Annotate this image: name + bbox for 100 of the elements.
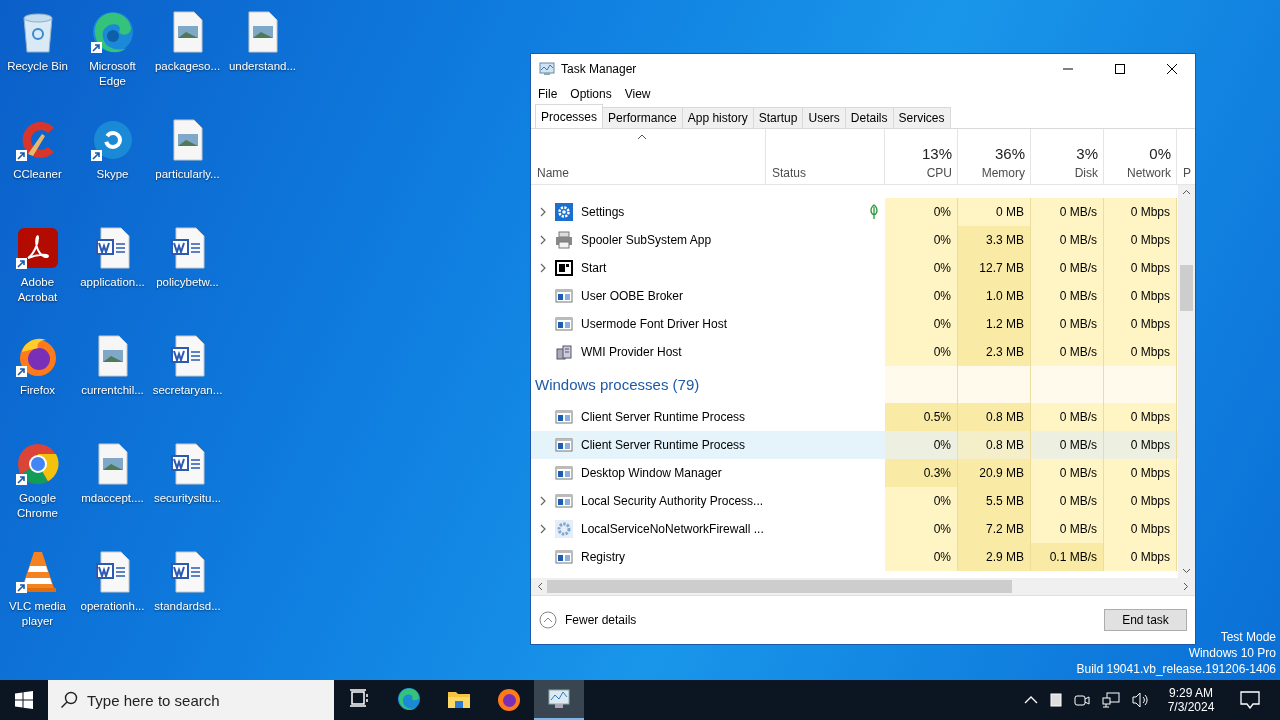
expand-chevron-icon[interactable]: [539, 207, 547, 217]
table-cell: 0%: [885, 198, 958, 226]
watermark-text: Build 19041.vb_release.191206-1406: [1076, 661, 1276, 677]
desktop-icon-label[interactable]: securitysitu...: [153, 491, 222, 506]
column-header[interactable]: 13% CPU: [885, 129, 958, 184]
window-icon: [555, 259, 573, 277]
scroll-left-icon[interactable]: [537, 582, 543, 591]
scroll-up-icon[interactable]: [1182, 189, 1191, 195]
process-row[interactable]: Local Security Authority Process... 0% 5.5 MB 0 MB/s 0 Mbps: [531, 487, 1178, 515]
window-icon: [555, 408, 573, 426]
table-cell: 0 Mbps: [1104, 403, 1177, 431]
process-row[interactable]: Spooler SubSystem App 0% 3.3 MB 0 MB/s 0 Mbps: [531, 226, 1178, 254]
tab[interactable]: Services: [892, 107, 951, 128]
process-name: Settings: [581, 205, 625, 219]
tab[interactable]: Startup: [752, 107, 804, 128]
desktop-icon-label[interactable]: particularly...: [155, 167, 220, 182]
speaker-icon[interactable]: [1132, 692, 1150, 708]
process-row[interactable]: Client Server Runtime Process 0.5% 0.8 MB 0 MB/s 0 Mbps: [531, 403, 1178, 431]
expand-chevron-icon[interactable]: [539, 496, 547, 506]
process-name: Start: [581, 261, 607, 275]
process-name: Desktop Window Manager: [581, 466, 722, 480]
table-cell: 2.3 MB: [958, 338, 1031, 366]
table-cell: 1.0 MB: [958, 282, 1031, 310]
process-name: LocalServiceNoNetworkFirewall ...: [581, 522, 764, 536]
process-row[interactable]: LocalServiceNoNetworkFirewall ... 0% 7.2 MB 0 MB/s 0 Mbps: [531, 515, 1178, 543]
process-name: WMI Provider Host: [581, 345, 682, 359]
search-field[interactable]: Type here to search: [48, 680, 334, 720]
table-cell: 7.2 MB: [958, 515, 1031, 543]
usage-percent: 0%: [1149, 145, 1171, 162]
menu-item[interactable]: File: [533, 86, 564, 101]
desktop-icon-label[interactable]: operationh...: [80, 599, 145, 614]
column-header[interactable]: 0% Network: [1104, 129, 1177, 184]
desktop-icon-label[interactable]: VLC media player: [0, 599, 75, 629]
desktop-icon-label[interactable]: secretaryan...: [152, 383, 223, 398]
tab[interactable]: App history: [681, 107, 754, 128]
scroll-thumb[interactable]: [1180, 265, 1193, 311]
column-label: P: [1183, 166, 1191, 180]
tab[interactable]: Processes: [535, 104, 604, 128]
desktop-icon-label[interactable]: packageso...: [154, 59, 221, 74]
process-row[interactable]: Settings 0% 0 MB 0 MB/s 0 Mbps: [531, 198, 1178, 226]
desktop-icon-label[interactable]: Adobe Acrobat: [0, 275, 75, 305]
desktop-icon-label[interactable]: CCleaner: [13, 167, 62, 182]
end-task-button[interactable]: End task: [1104, 609, 1187, 631]
notifications-icon[interactable]: [1240, 691, 1260, 709]
process-row[interactable]: Registry 0% 2.9 MB 0.1 MB/s 0 Mbps: [531, 543, 1178, 571]
process-row[interactable]: Client Server Runtime Process 0% 0.8 MB 0 MB/s 0 Mbps: [531, 431, 1178, 459]
expand-chevron-icon[interactable]: [539, 524, 547, 534]
table-cell: 2.9 MB: [958, 543, 1031, 571]
window-title: Task Manager: [561, 61, 637, 76]
horizontal-scrollbar[interactable]: [531, 578, 1195, 596]
menu-item[interactable]: Options: [565, 86, 618, 101]
table-cell: 0%: [885, 226, 958, 254]
vertical-scrollbar[interactable]: [1178, 185, 1195, 578]
table-cell: 0%: [885, 431, 958, 459]
scroll-thumb[interactable]: [547, 580, 1012, 593]
process-row[interactable]: Desktop Window Manager 0.3% 20.9 MB 0 MB/s 0 Mbps: [531, 459, 1178, 487]
tab[interactable]: Details: [844, 107, 894, 128]
column-header[interactable]: 3% Disk: [1031, 129, 1104, 184]
expand-chevron-icon[interactable]: [539, 235, 547, 245]
table-cell: 12.7 MB: [958, 254, 1031, 282]
desktop-icon-label[interactable]: Firefox: [19, 383, 56, 398]
process-row[interactable]: Usermode Font Driver Host 0% 1.2 MB 0 MB/s 0 Mbps: [531, 310, 1178, 338]
desktop-icon-label[interactable]: Recycle Bin: [7, 59, 68, 74]
desktop-icon-label[interactable]: Google Chrome: [0, 491, 75, 521]
desktop-icon-label[interactable]: understand...: [228, 59, 297, 74]
chevron-up-icon[interactable]: [1024, 695, 1038, 705]
desktop-icon-label[interactable]: Microsoft Edge: [75, 59, 150, 89]
column-header[interactable]: Status: [766, 129, 885, 184]
expand-chevron-icon[interactable]: [539, 263, 547, 273]
network-icon[interactable]: [1102, 692, 1120, 708]
camera-icon[interactable]: [1074, 693, 1090, 707]
desktop-icon-label[interactable]: Skype: [96, 167, 129, 182]
process-row[interactable]: User OOBE Broker 0% 1.0 MB 0 MB/s 0 Mbps: [531, 282, 1178, 310]
table-cell: 0 MB/s: [1031, 403, 1104, 431]
column-header[interactable]: 36% Memory: [958, 129, 1031, 184]
table-cell: 0%: [885, 282, 958, 310]
fewer-details-button[interactable]: Fewer details: [539, 611, 637, 629]
window-icon: [555, 315, 573, 333]
desktop-icon-label[interactable]: application...: [80, 275, 145, 290]
column-header[interactable]: P: [1177, 129, 1193, 184]
desktop-icon-label[interactable]: mdaccept....: [81, 491, 144, 506]
tab[interactable]: Users: [802, 107, 846, 128]
scroll-down-icon[interactable]: [1182, 568, 1191, 574]
process-row[interactable]: WMI Provider Host 0% 2.3 MB 0 MB/s 0 Mbps: [531, 338, 1178, 366]
table-cell: 0.1 MB/s: [1031, 543, 1104, 571]
menu-item[interactable]: View: [619, 86, 657, 101]
desktop-icon-label[interactable]: currentchil...: [81, 383, 144, 398]
desktop-icon-label[interactable]: standardsd...: [154, 599, 221, 614]
column-header[interactable]: Name: [531, 129, 766, 184]
process-name: Client Server Runtime Process: [581, 410, 746, 424]
clock[interactable]: 9:29 AM 7/3/2024: [1156, 686, 1226, 714]
scroll-right-icon[interactable]: [1183, 582, 1189, 591]
table-cell: 0 Mbps: [1104, 431, 1177, 459]
desktop-icon-label[interactable]: policybetw...: [156, 275, 219, 290]
process-name: Local Security Authority Process...: [581, 494, 764, 508]
tab[interactable]: Performance: [602, 107, 683, 128]
tablet-icon[interactable]: [1050, 693, 1062, 707]
gear-icon: [555, 520, 573, 538]
process-row[interactable]: Start 0% 12.7 MB 0 MB/s 0 Mbps: [531, 254, 1178, 282]
taskbar-app-button[interactable]: [534, 680, 584, 720]
